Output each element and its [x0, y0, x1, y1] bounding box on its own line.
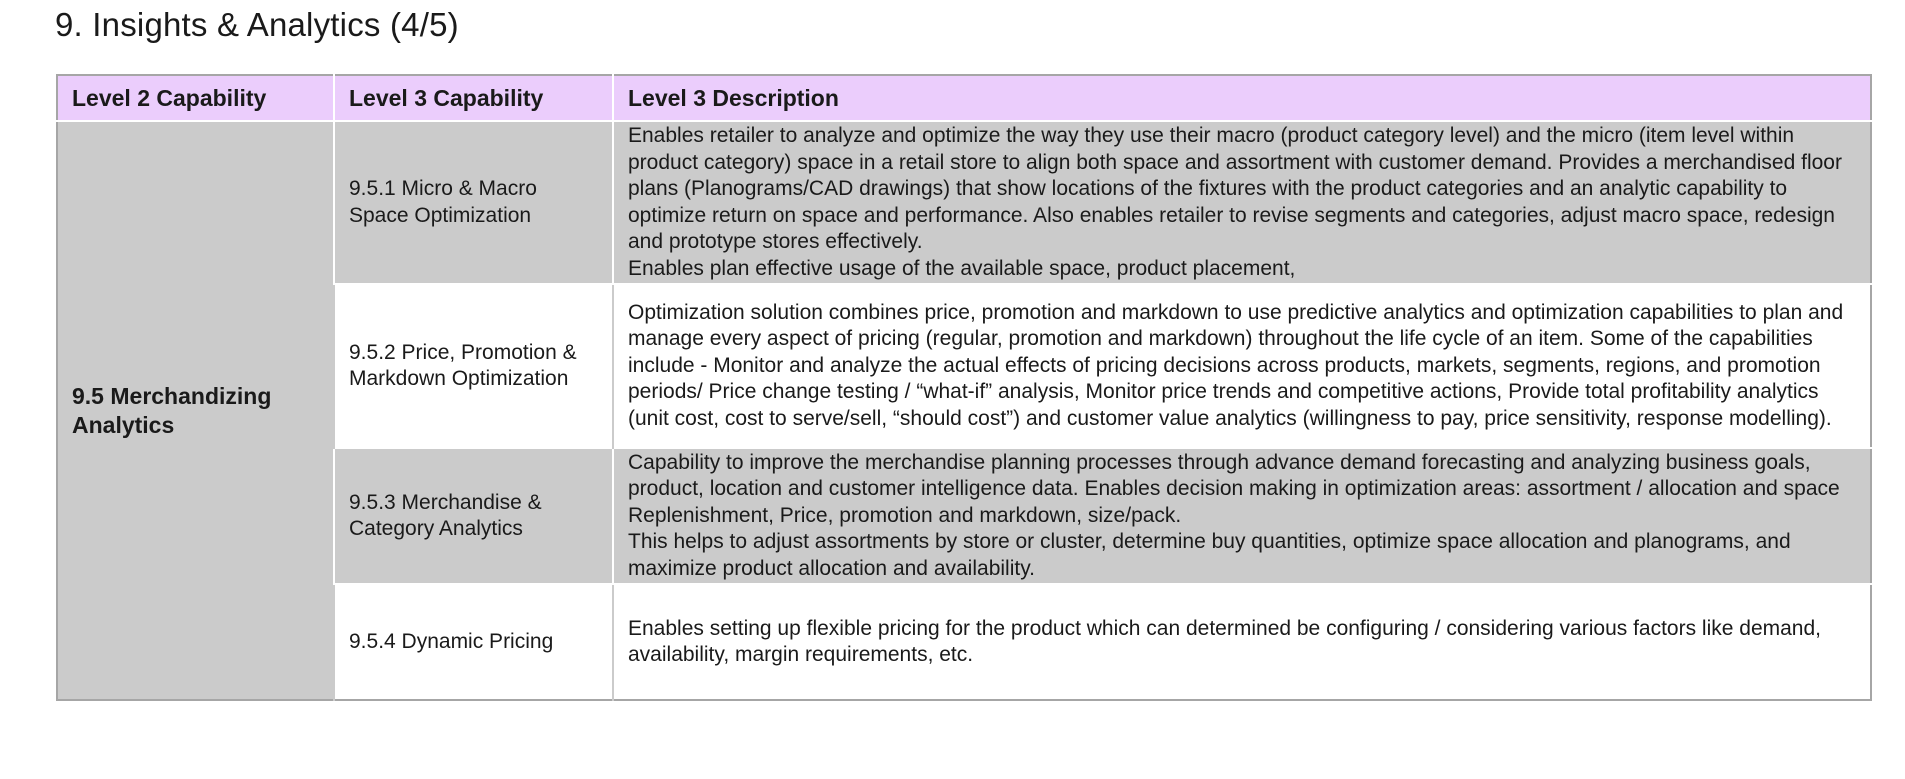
level3-capability-cell: 9.5.4 Dynamic Pricing: [333, 583, 613, 700]
level3-capability-cell: 9.5.1 Micro & Macro Space Optimization: [333, 120, 613, 284]
description-paragraph: Enables plan effective usage of the avai…: [628, 256, 1296, 280]
level3-description-cell: Enables setting up flexible pricing for …: [612, 583, 1871, 700]
table-row: 9.5 Merchandizing Analytics 9.5.1 Micro …: [57, 120, 1871, 700]
capability-table: Level 2 Capability Level 3 Capability Le…: [56, 74, 1872, 701]
level3-description-cell: Enables retailer to analyze and optimize…: [612, 120, 1871, 284]
description-paragraph: This helps to adjust assortments by stor…: [628, 530, 1791, 580]
table-header-row: Level 2 Capability Level 3 Capability Le…: [57, 75, 1871, 122]
description-paragraph: Optimization solution combines price, pr…: [628, 300, 1844, 430]
description-paragraph: Enables retailer to analyze and optimize…: [628, 124, 1842, 253]
description-paragraph: Capability to improve the merchandise pl…: [628, 450, 1840, 527]
page-title: 9. Insights & Analytics (4/5): [55, 6, 459, 43]
level3-capability-cell: 9.5.3 Merchandise & Category Analytics: [333, 447, 613, 584]
header-level3-description: Level 3 Description: [612, 75, 1871, 122]
level3-description-cell: Capability to improve the merchandise pl…: [612, 447, 1871, 584]
level2-capability-cell: 9.5 Merchandizing Analytics: [57, 120, 334, 700]
header-level2-capability: Level 2 Capability: [57, 75, 334, 122]
level3-capability-cell: 9.5.2 Price, Promotion & Markdown Optimi…: [333, 283, 613, 448]
level3-description-cell: Optimization solution combines price, pr…: [612, 283, 1871, 448]
header-level3-capability: Level 3 Capability: [333, 75, 613, 122]
description-paragraph: Enables setting up flexible pricing for …: [628, 616, 1822, 667]
